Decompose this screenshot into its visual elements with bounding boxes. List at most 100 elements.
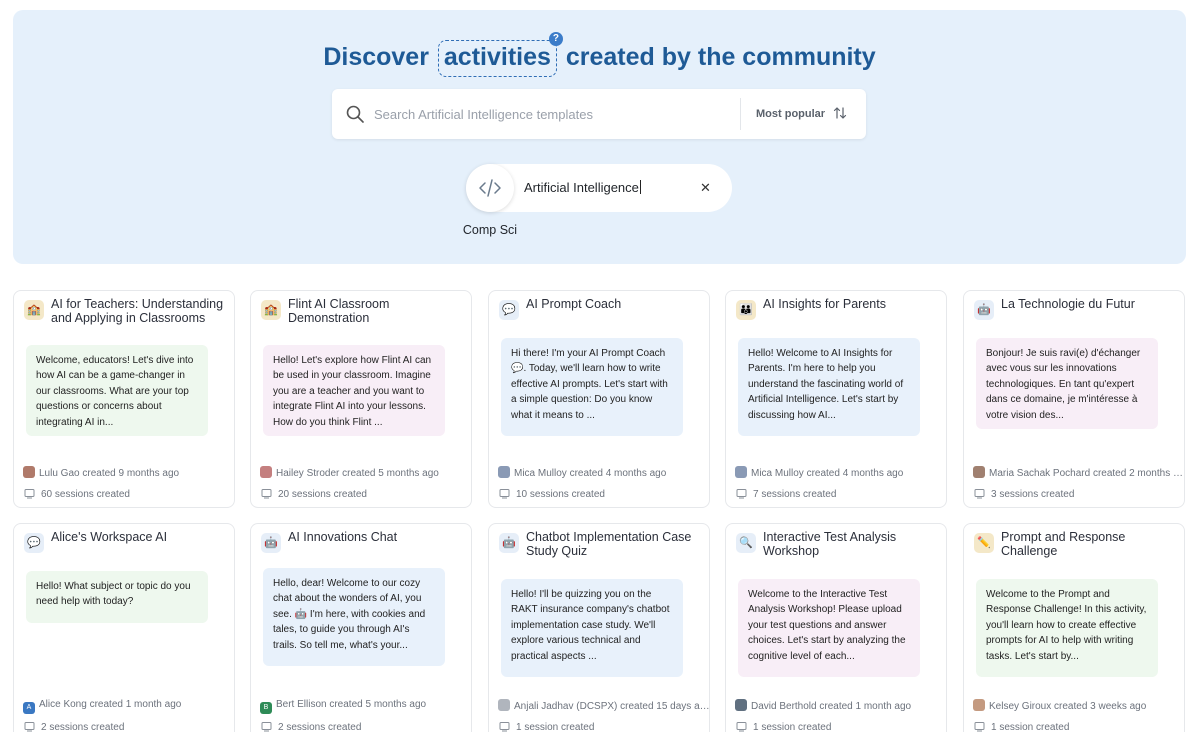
speech-bubble-icon: 💬 [499, 300, 519, 320]
sessions-icon [974, 721, 985, 732]
sort-label: Most popular [756, 108, 826, 120]
activity-card[interactable]: 👪 AI Insights for Parents Hello! Welcome t… [725, 290, 947, 508]
sessions-text: 1 session created [753, 722, 832, 732]
card-sessions: 2 sessions created [261, 721, 361, 732]
sessions-icon [974, 488, 985, 502]
avatar: A [23, 702, 35, 714]
author-text: Mica Mulloy created 4 months ago [751, 468, 904, 479]
classroom-emoji-icon: 🏫 [261, 300, 281, 320]
pencil-emoji-icon: ✏️ [974, 533, 994, 553]
avatar [973, 466, 985, 478]
card-title: AI for Teachers: Understanding and Apply… [51, 297, 224, 325]
card-sessions: 60 sessions created [24, 488, 130, 502]
speech-bubble-icon: 💬 [24, 533, 44, 553]
title-post: created by the community [565, 43, 876, 71]
activity-card[interactable]: 🤖 AI Innovations Chat Hello, dear! Welcome… [250, 523, 472, 732]
family-emoji-icon: 👪 [736, 300, 756, 320]
card-author[interactable]: Mica Mulloy created 4 months ago [498, 466, 709, 479]
author-text: Kelsey Giroux created 3 weeks ago [989, 701, 1147, 712]
sort-dropdown[interactable]: Most popular [756, 89, 847, 139]
activities-highlight[interactable]: activities ? [437, 32, 563, 77]
sessions-icon [736, 488, 747, 502]
sessions-icon [499, 721, 510, 732]
avatar [735, 699, 747, 711]
code-icon [466, 164, 514, 212]
card-title: La Technologie du Futur [1001, 297, 1135, 311]
sessions-icon [24, 488, 35, 502]
sessions-text: 10 sessions created [516, 489, 605, 500]
chip-caption: Comp Sci [462, 223, 518, 237]
card-title: AI Insights for Parents [763, 297, 886, 311]
sort-arrows-icon [833, 106, 847, 123]
magnifier-emoji-icon: 🔍 [736, 533, 756, 553]
card-title: AI Prompt Coach [526, 297, 622, 311]
card-preview: Hello! What subject or topic do you need… [26, 571, 208, 623]
sessions-text: 20 sessions created [278, 489, 367, 500]
avatar [498, 466, 510, 478]
card-title: AI Innovations Chat [288, 530, 398, 544]
card-sessions: 2 sessions created [24, 721, 124, 732]
help-icon[interactable]: ? [548, 32, 563, 46]
card-preview: Hello! Let's explore how Flint AI can be… [263, 345, 445, 436]
avatar [498, 699, 510, 711]
author-text: Anjali Jadhav (DCSPX) created 15 days ag… [514, 701, 710, 712]
activity-card[interactable]: ✏️ Prompt and Response Challenge Welcome t… [963, 523, 1185, 732]
sessions-icon [261, 488, 272, 502]
activity-card[interactable]: 🏫 Flint AI Classroom Demonstration Hello! … [250, 290, 472, 508]
author-text: Lulu Gao created 9 months ago [39, 468, 180, 479]
card-title: Chatbot Implementation Case Study Quiz [526, 530, 692, 558]
activity-card[interactable]: 🏫 AI for Teachers: Understanding and Appl… [13, 290, 235, 508]
avatar [260, 466, 272, 478]
card-preview: Welcome, educators! Let's dive into how … [26, 345, 208, 436]
title-highlight: activities [443, 43, 551, 71]
sessions-icon [24, 721, 35, 732]
card-preview: Welcome to the Prompt and Response Chall… [976, 579, 1158, 677]
card-sessions: 7 sessions created [736, 488, 836, 502]
activity-card[interactable]: 🔍 Interactive Test Analysis Workshop Welco… [725, 523, 947, 732]
card-author[interactable]: Maria Sachak Pochard created 2 months ag… [973, 466, 1185, 479]
card-sessions: 1 session created [974, 721, 1069, 732]
card-sessions: 1 session created [499, 721, 594, 732]
sessions-text: 2 sessions created [41, 722, 125, 732]
activity-card[interactable]: 🤖 Chatbot Implementation Case Study Quiz H… [488, 523, 710, 732]
sessions-text: 3 sessions created [991, 489, 1075, 500]
author-text: Hailey Stroder created 5 months ago [276, 468, 439, 479]
robot-emoji-icon: 🤖 [974, 300, 994, 320]
card-title: Flint AI Classroom Demonstration [288, 297, 390, 325]
author-text: David Berthold created 1 month ago [751, 701, 912, 712]
author-text: Maria Sachak Pochard created 2 months ag… [989, 468, 1185, 479]
close-icon[interactable]: ✕ [700, 180, 711, 196]
title-pre: Discover [323, 43, 429, 71]
card-title: Alice's Workspace AI [51, 530, 168, 544]
card-author[interactable]: B Bert Ellison created 5 months ago [260, 699, 471, 714]
sessions-text: 60 sessions created [41, 489, 130, 500]
search-input[interactable] [374, 89, 734, 139]
card-author[interactable]: Hailey Stroder created 5 months ago [260, 466, 471, 479]
card-sessions: 1 session created [736, 721, 831, 732]
category-filter-chip[interactable]: Artificial Intelligence ✕ [466, 164, 732, 212]
card-preview: Hi there! I'm your AI Prompt Coach 💬. To… [501, 338, 683, 436]
card-author[interactable]: Anjali Jadhav (DCSPX) created 15 days ag… [498, 699, 710, 712]
sessions-text: 7 sessions created [753, 489, 837, 500]
author-text: Mica Mulloy created 4 months ago [514, 468, 667, 479]
card-author[interactable]: David Berthold created 1 month ago [735, 699, 946, 712]
author-text: Bert Ellison created 5 months ago [276, 699, 427, 710]
card-preview: Welcome to the Interactive Test Analysis… [738, 579, 920, 677]
activity-card[interactable]: 🤖 La Technologie du Futur Bonjour! Je suis… [963, 290, 1185, 508]
card-author[interactable]: Mica Mulloy created 4 months ago [735, 466, 946, 479]
card-author[interactable]: A Alice Kong created 1 month ago [23, 699, 234, 714]
card-author[interactable]: Lulu Gao created 9 months ago [23, 466, 234, 479]
teacher-emoji-icon: 🏫 [24, 300, 44, 320]
card-title: Interactive Test Analysis Workshop [763, 530, 897, 558]
sessions-icon [499, 488, 510, 502]
avatar [23, 466, 35, 478]
card-preview: Hello! I'll be quizzing you on the RAKT … [501, 579, 683, 677]
card-sessions: 3 sessions created [974, 488, 1074, 502]
sessions-text: 1 session created [991, 722, 1070, 732]
activity-card[interactable]: 💬 AI Prompt Coach Hi there! I'm your AI Pr… [488, 290, 710, 508]
sessions-text: 1 session created [516, 722, 595, 732]
sessions-icon [261, 721, 272, 732]
author-text: Alice Kong created 1 month ago [39, 699, 182, 710]
activity-card[interactable]: 💬 Alice's Workspace AI Hello! What subject… [13, 523, 235, 732]
card-author[interactable]: Kelsey Giroux created 3 weeks ago [973, 699, 1184, 712]
